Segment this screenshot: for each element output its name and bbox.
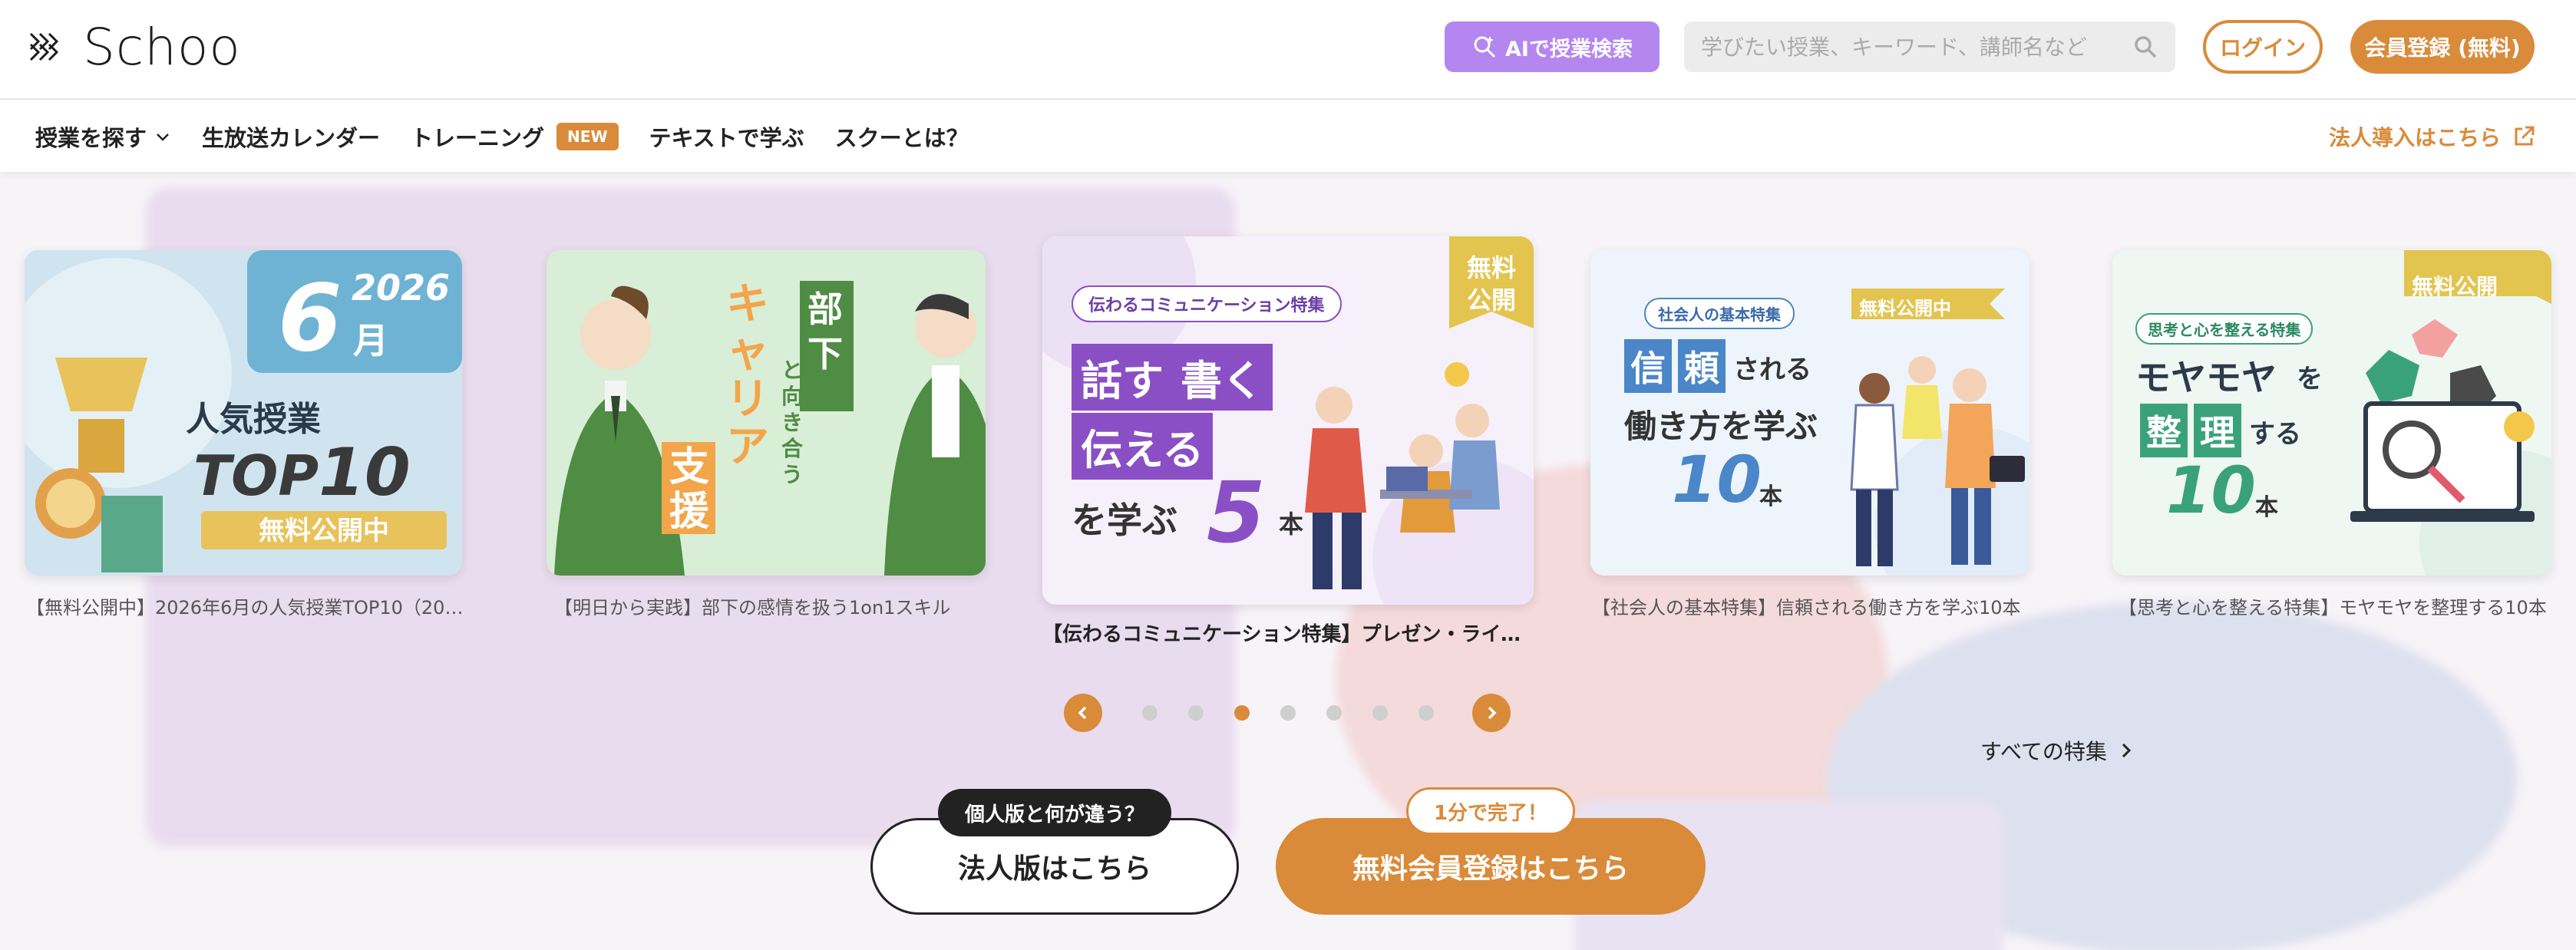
nav-item-label: トレーニング [411, 125, 545, 151]
logo-text: Schoo [83, 17, 241, 77]
carousel-dot-4[interactable] [1280, 705, 1296, 721]
carousel-slide-4[interactable]: 社会人の基本特集 無料公開中 信 頼 される 働き方を学ぶ 10 本 [1590, 250, 2029, 576]
slide-5-unit: 本 [2255, 494, 2278, 521]
ai-search-icon [1474, 36, 1496, 58]
search-input[interactable] [1701, 34, 2132, 60]
corporate-link[interactable]: 法人導入はこちら [2329, 101, 2536, 172]
slide-1-month: 月 [353, 320, 388, 361]
carousel-caption-2[interactable]: 【明日から実践】部下の感情を扱う1on1スキル [554, 592, 984, 619]
carousel-caption-1[interactable]: 【無料公開中】2026年6月の人気授業TOP10（2026年6月… [26, 592, 464, 619]
nav-item-search-classes[interactable]: 授業を探す [35, 120, 171, 153]
slide-1-top-number: 10 [319, 434, 411, 511]
chevron-left-icon [1078, 706, 1087, 720]
ai-search-label: AIで授業検索 [1505, 37, 1633, 61]
slide-3-number: 5 [1207, 463, 1266, 562]
slide-4-word-1: 信 [1624, 339, 1672, 393]
new-badge: NEW [556, 123, 619, 150]
corporate-link-label: 法人導入はこちら [2328, 125, 2501, 150]
slide-5-word-4: 理 [2194, 404, 2241, 457]
slide-4-word-2: 頼 [1678, 339, 1726, 393]
nav-item-training[interactable]: トレーニング NEW [411, 120, 619, 153]
slide-2-vertical-4: 支援 [669, 444, 710, 535]
chevron-right-icon [1488, 706, 1497, 720]
slide-2-vertical-1: 部下 [807, 289, 843, 374]
slide-5-word-1: モヤモヤ [2135, 357, 2277, 398]
carousel-slide-5[interactable]: 思考と心を整える特集 無料公開 モヤモヤ を 整 理 する 10 本 [2112, 250, 2551, 576]
carousel-next-button[interactable] [1472, 694, 1511, 732]
slide-1-top-text: TOP [193, 444, 319, 508]
carousel-caption-4[interactable]: 【社会人の基本特集】信頼される働き方を学ぶ10本 [1592, 592, 2037, 619]
nav-item-label: 生放送カレンダー [202, 125, 381, 151]
schoo-logo[interactable]: Schoo [28, 17, 241, 77]
slide-1-top: TOP10 [193, 434, 411, 511]
slide-4-tag: 社会人の基本特集 [1644, 298, 1795, 329]
chevron-down-icon [157, 134, 169, 141]
carousel-slide-3[interactable]: 伝わるコミュニケーション特集 無料 公開 話す 書く 伝える を学ぶ 5 本 [1042, 236, 1534, 605]
slide-1-big-number: 6 [278, 266, 342, 372]
slide-5-number: 10 [2166, 453, 2256, 528]
slide-1-year: 2026 [352, 267, 451, 308]
carousel-caption-5[interactable]: 【思考と心を整える特集】モヤモヤを整理する10本 [2119, 592, 2564, 619]
slide-3-unit: 本 [1279, 510, 1304, 539]
carousel-slide-2[interactable]: 部下 と向き合う キャリア 支援 [547, 250, 986, 576]
nav-item-about[interactable]: スクーとは？ [835, 120, 969, 153]
slide-3-ribbon-line1: 無料 [1466, 253, 1516, 282]
slide-1-title: 人気授業 [186, 400, 321, 439]
carousel-dot-1[interactable] [1142, 705, 1158, 721]
external-link-icon [2515, 126, 2535, 146]
site-header: Schoo AIで授業検索 ログイン 会員登録 (無料) [0, 0, 2576, 100]
search-icon[interactable] [2132, 34, 2158, 60]
carousel-dot-5[interactable] [1326, 705, 1342, 721]
carousel-dot-3[interactable] [1234, 705, 1250, 721]
slide-4-ribbon: 無料公開中 [1859, 298, 1951, 319]
nav-item-label: テキストで学ぶ [649, 125, 804, 151]
slide-1-ribbon: 無料公開中 [259, 516, 389, 546]
slide-3-tag: 伝わるコミュニケーション特集 [1072, 285, 1342, 322]
slide-4-unit: 本 [1759, 483, 1782, 510]
slide-5-word-2: を [2297, 364, 2323, 394]
carousel-prev-button[interactable] [1064, 694, 1102, 732]
slide-5-word-3: 整 [2140, 404, 2188, 457]
carousel-dot-6[interactable] [1372, 705, 1388, 721]
nav-item-text-learning[interactable]: テキストで学ぶ [649, 120, 804, 153]
chevron-right-icon [2122, 743, 2132, 758]
slide-3-word-1: 話す [1072, 344, 1173, 411]
carousel-dot-7[interactable] [1418, 705, 1434, 721]
slide-4-line-2: 働き方を学ぶ [1624, 407, 1818, 445]
slide-5-word-5: する [2249, 419, 2301, 450]
corp-difference-bubble: 個人版と何が違う？ [938, 789, 1171, 836]
nav-item-label: スクーとは？ [834, 125, 969, 151]
slide-5-tag: 思考と心を整える特集 [2135, 313, 2313, 345]
slide-4-word-3: される [1733, 355, 1811, 385]
slide-3-ribbon-line2: 公開 [1466, 285, 1516, 315]
one-minute-bubble: 1分で完了！ [1406, 787, 1575, 835]
all-features-link[interactable]: すべての特集 [1980, 735, 2135, 766]
slide-2-vertical-2: と向き合う [781, 358, 804, 487]
slide-5-ribbon: 無料公開 [2412, 274, 2498, 299]
logo-mark-icon [29, 32, 59, 61]
carousel-dot-2[interactable] [1188, 705, 1204, 721]
slide-3-word-4: を学ぶ [1072, 500, 1177, 541]
slide-3-ribbon: 無料 公開 [1457, 252, 1526, 316]
carousel-caption-3[interactable]: 【伝わるコミュニケーション特集】プレゼン・ライティング… [1042, 618, 1534, 647]
register-button[interactable]: 会員登録 (無料) [2350, 20, 2535, 74]
nav-item-label: 授業を探す [35, 125, 147, 151]
slide-3-word-3: 伝える [1072, 413, 1214, 480]
all-features-label: すべての特集 [1980, 739, 2107, 764]
login-button[interactable]: ログイン [2203, 20, 2323, 74]
ai-search-button[interactable]: AIで授業検索 [1445, 21, 1660, 72]
main-nav: 授業を探す 生放送カレンダー トレーニング NEW テキストで学ぶ スクーとは？… [0, 101, 2576, 172]
slide-3-word-2: 書く [1171, 344, 1273, 411]
search-box [1684, 21, 2175, 72]
slide-4-number: 10 [1672, 442, 1762, 517]
carousel-slide-1[interactable]: 6 2026 月 人気授業 TOP10 無料公開中 [25, 250, 462, 576]
slide-2-vertical-3: キャリア [726, 279, 769, 472]
nav-item-live-calendar[interactable]: 生放送カレンダー [202, 120, 380, 153]
